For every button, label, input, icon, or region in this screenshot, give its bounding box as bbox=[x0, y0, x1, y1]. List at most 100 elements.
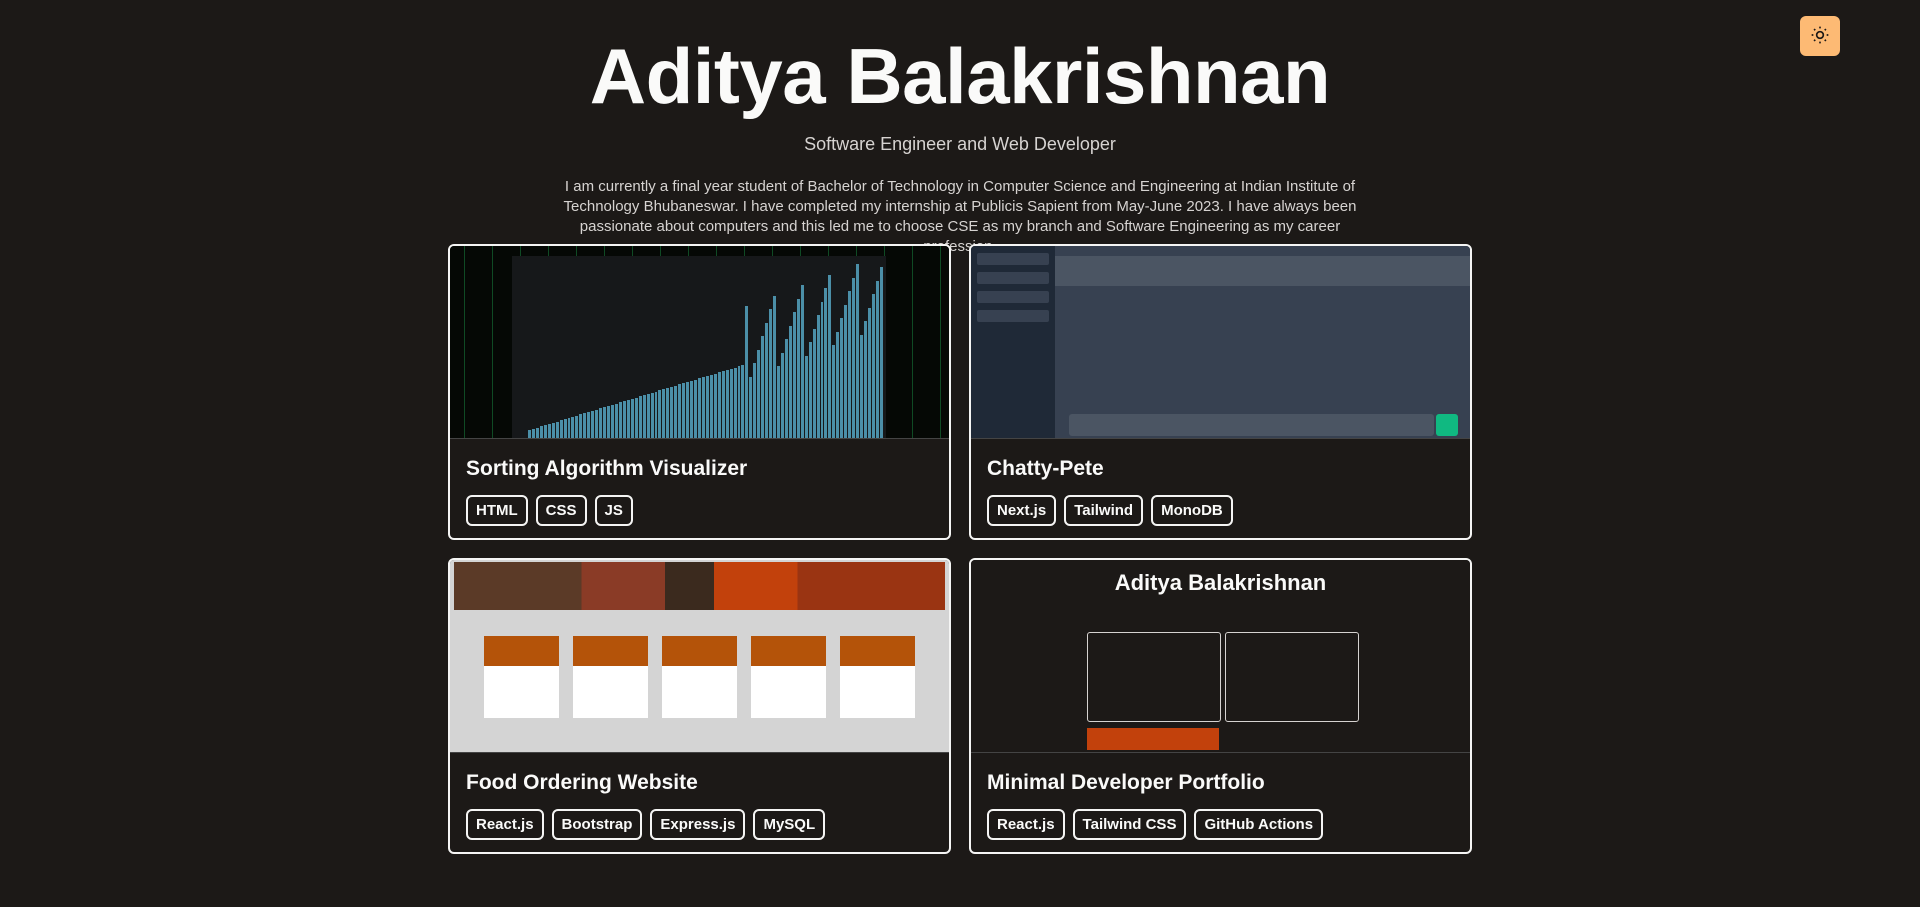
tag: React.js bbox=[466, 809, 544, 840]
sort-bar bbox=[856, 264, 860, 438]
sort-bar bbox=[792, 312, 796, 438]
tag: JS bbox=[594, 495, 633, 526]
sort-bar bbox=[828, 274, 832, 438]
sun-icon bbox=[1810, 25, 1830, 48]
tag: CSS bbox=[535, 495, 587, 526]
sort-bar bbox=[658, 390, 662, 438]
sort-bar bbox=[836, 331, 840, 438]
project-title: Chatty-Pete bbox=[987, 457, 1104, 480]
tag-list: HTML CSS JS bbox=[466, 495, 949, 526]
sort-bar bbox=[705, 376, 709, 438]
sort-bar bbox=[848, 291, 852, 438]
sort-bar bbox=[543, 425, 547, 438]
sort-bar bbox=[591, 410, 595, 438]
sort-bar bbox=[650, 392, 654, 438]
sort-bar bbox=[642, 395, 646, 438]
sort-bar bbox=[769, 309, 773, 438]
tag: Express.js bbox=[650, 809, 746, 840]
tag-list: Next.js Tailwind MonoDB bbox=[987, 495, 1470, 526]
tag: Tailwind bbox=[1064, 495, 1144, 526]
sort-bar bbox=[745, 306, 749, 438]
sort-bar bbox=[555, 421, 559, 438]
page-header: Aditya Balakrishnan Software Engineer an… bbox=[0, 0, 1920, 257]
sort-bar bbox=[840, 318, 844, 438]
project-thumbnail bbox=[450, 246, 949, 439]
sort-bar bbox=[567, 418, 571, 438]
sort-bar bbox=[729, 368, 733, 438]
sort-bar bbox=[630, 398, 634, 438]
sort-bar bbox=[761, 336, 765, 438]
sort-bar bbox=[824, 288, 828, 438]
project-card-sorting[interactable]: Sorting Algorithm Visualizer HTML CSS JS bbox=[448, 244, 951, 540]
sort-bar bbox=[860, 334, 864, 438]
sort-bar bbox=[559, 420, 563, 438]
sort-bar bbox=[701, 377, 705, 438]
sort-bar bbox=[670, 386, 674, 438]
sort-bar bbox=[587, 412, 591, 438]
sort-bar bbox=[784, 339, 788, 438]
sort-bar bbox=[678, 384, 682, 438]
sort-bar bbox=[634, 397, 638, 438]
project-title: Minimal Developer Portfolio bbox=[987, 771, 1265, 794]
sort-bar bbox=[626, 400, 630, 438]
sort-bar bbox=[618, 402, 622, 438]
sort-bar bbox=[654, 391, 658, 438]
sort-bar bbox=[721, 371, 725, 438]
sort-bar bbox=[563, 419, 567, 438]
sort-bar bbox=[725, 370, 729, 438]
sort-bar bbox=[781, 352, 784, 438]
sort-bar bbox=[611, 404, 614, 438]
sort-bar bbox=[844, 304, 848, 438]
sort-bar bbox=[875, 280, 879, 438]
sort-bar bbox=[666, 388, 670, 438]
sort-bar bbox=[603, 407, 607, 438]
sort-bar bbox=[808, 342, 812, 438]
sort-bar bbox=[531, 428, 535, 438]
sort-bar bbox=[864, 321, 867, 438]
sort-bar bbox=[528, 430, 531, 438]
sort-bar bbox=[777, 366, 780, 438]
sort-bar bbox=[583, 413, 587, 438]
project-card-chatty-pete[interactable]: Chatty-Pete Next.js Tailwind MonoDB bbox=[969, 244, 1472, 540]
sort-bar bbox=[694, 379, 697, 438]
sort-bar bbox=[820, 301, 824, 438]
tag: MySQL bbox=[753, 809, 826, 840]
sort-bar bbox=[852, 277, 856, 438]
sort-bar bbox=[686, 382, 690, 438]
sort-bar bbox=[757, 349, 761, 438]
project-title: Food Ordering Website bbox=[466, 771, 698, 794]
sort-bar bbox=[595, 409, 599, 438]
sort-bar bbox=[571, 416, 575, 438]
tag: Next.js bbox=[987, 495, 1057, 526]
sort-bar bbox=[662, 389, 666, 438]
sort-bar bbox=[713, 373, 717, 438]
project-thumbnail bbox=[450, 560, 949, 753]
project-card-food-ordering[interactable]: Food Ordering Website React.js Bootstrap… bbox=[448, 558, 951, 854]
sort-bar bbox=[682, 383, 686, 438]
sort-bar bbox=[535, 427, 539, 438]
sort-bar bbox=[622, 401, 626, 438]
sort-bar bbox=[551, 422, 555, 438]
sort-bar bbox=[812, 328, 816, 438]
sort-bar bbox=[788, 325, 792, 438]
project-title: Sorting Algorithm Visualizer bbox=[466, 457, 748, 480]
thumbnail-title: Aditya Balakrishnan bbox=[1114, 570, 1327, 595]
sort-bar bbox=[804, 355, 808, 438]
sort-bar bbox=[733, 367, 737, 438]
sort-bar bbox=[539, 426, 543, 438]
theme-toggle-button[interactable] bbox=[1800, 16, 1840, 56]
tag: GitHub Actions bbox=[1194, 809, 1324, 840]
project-card-portfolio[interactable]: Aditya Balakrishnan Minimal Developer Po… bbox=[969, 558, 1472, 854]
sort-bar bbox=[674, 385, 678, 438]
sort-bar bbox=[607, 406, 611, 438]
tag: HTML bbox=[466, 495, 528, 526]
sort-bar bbox=[638, 396, 642, 438]
tag: MonoDB bbox=[1151, 495, 1233, 526]
sort-bar bbox=[816, 315, 820, 438]
sort-bar bbox=[709, 374, 713, 438]
sort-bar bbox=[614, 403, 618, 438]
tag: React.js bbox=[987, 809, 1065, 840]
sort-bar bbox=[871, 294, 875, 438]
sort-bar bbox=[575, 415, 579, 438]
sort-bar bbox=[867, 307, 871, 438]
